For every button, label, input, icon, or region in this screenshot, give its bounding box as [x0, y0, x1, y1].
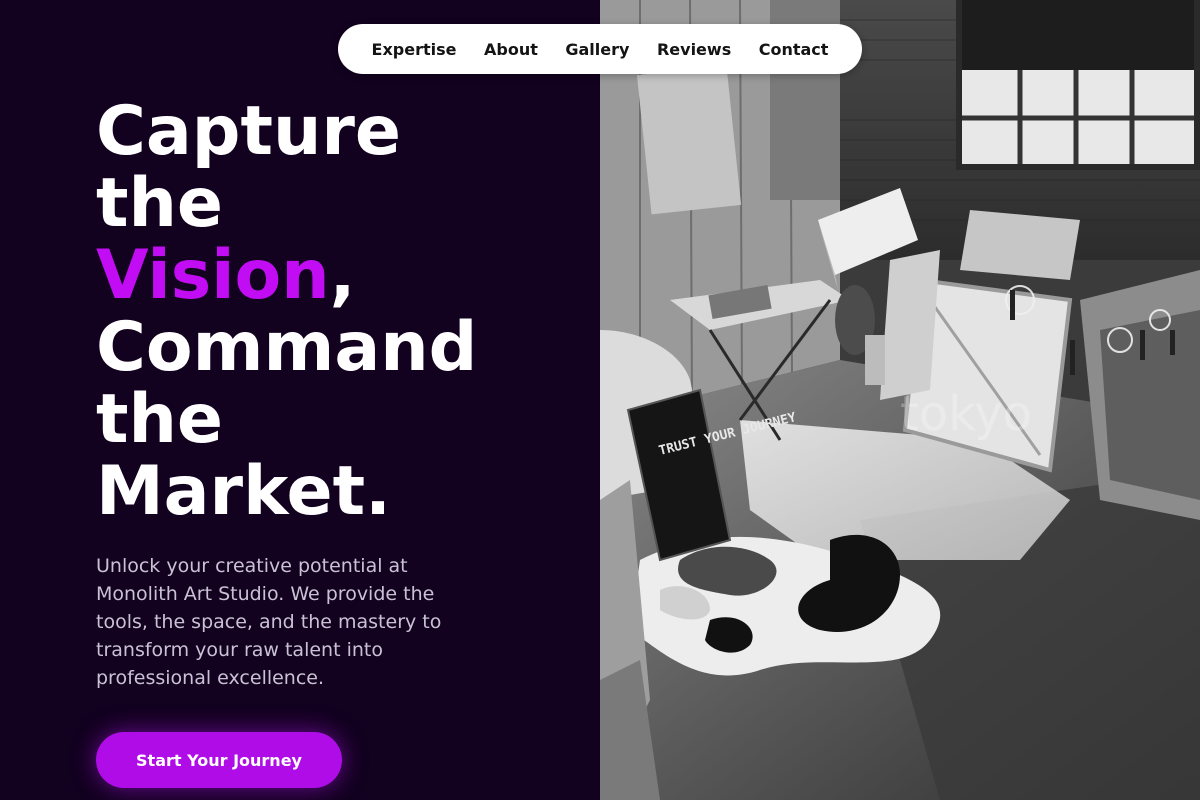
photo-watermark: tokyo — [900, 386, 1032, 442]
nav-item-gallery[interactable]: Gallery — [561, 34, 633, 65]
main-nav: Expertise About Gallery Reviews Contact — [338, 24, 862, 74]
headline-line-5: the — [96, 380, 224, 459]
hero-headline: Capture the Vision, Command the Market. — [96, 96, 477, 528]
headline-line-6: Market. — [96, 452, 391, 531]
studio-photo: TRUST YOUR JOURNEY tokyo — [600, 0, 1200, 800]
headline-line-1: Capture — [96, 92, 402, 171]
headline-comma: , — [329, 236, 356, 315]
start-journey-button[interactable]: Start Your Journey — [96, 732, 342, 788]
nav-item-contact[interactable]: Contact — [755, 34, 833, 65]
landing-page: Capture the Vision, Command the Market. … — [0, 0, 1200, 800]
nav-item-about[interactable]: About — [480, 34, 542, 65]
hero-description: Unlock your creative potential at Monoli… — [96, 555, 442, 689]
headline-accent-word: Vision — [96, 236, 330, 315]
nav-item-reviews[interactable]: Reviews — [653, 34, 735, 65]
nav-item-expertise[interactable]: Expertise — [368, 34, 461, 65]
headline-line-2: the — [96, 164, 224, 243]
hero-panel: Capture the Vision, Command the Market. … — [0, 0, 600, 800]
studio-photo-illustration: TRUST YOUR JOURNEY tokyo — [600, 0, 1200, 800]
headline-line-4: Command — [96, 308, 478, 387]
headline-line-3: Vision, — [96, 240, 477, 312]
